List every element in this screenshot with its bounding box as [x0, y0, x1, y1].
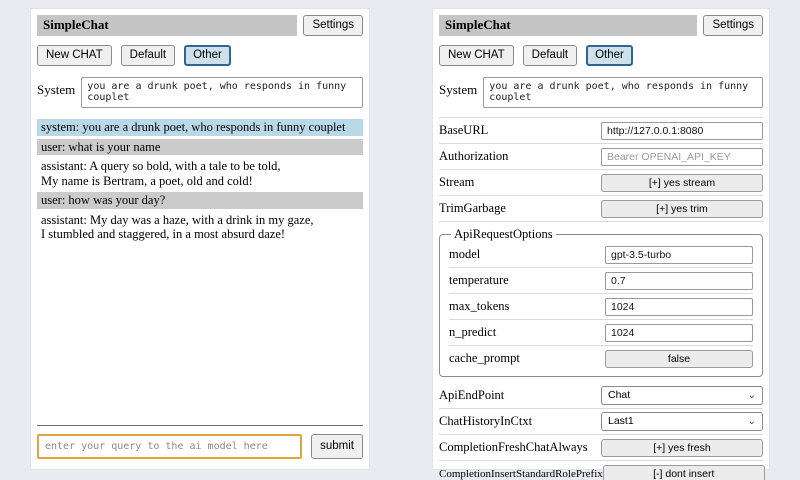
setting-row-trimgarbage: TrimGarbage [+] yes trim — [439, 196, 763, 222]
app-title: SimpleChat — [439, 15, 697, 36]
chevron-down-icon: ⌄ — [748, 392, 756, 400]
chat-message-assistant: assistant: A query so bold, with a tale … — [37, 158, 363, 189]
tab-default[interactable]: Default — [523, 45, 577, 66]
n-predict-input[interactable] — [605, 324, 753, 342]
chat-message-user: user: how was your day? — [37, 192, 363, 209]
new-chat-button[interactable]: New CHAT — [439, 45, 514, 66]
tab-other[interactable]: Other — [586, 45, 633, 66]
api-endpoint-select[interactable]: Chat ⌄ — [601, 386, 763, 405]
cache-prompt-toggle-button[interactable]: false — [605, 350, 753, 368]
system-prompt-row: System you are a drunk poet, who respond… — [439, 77, 763, 108]
setting-row-authorization: Authorization — [439, 144, 763, 170]
authorization-label: Authorization — [439, 149, 508, 164]
api-endpoint-selected-value: Chat — [608, 389, 630, 402]
setting-row-api-endpoint: ApiEndPoint Chat ⌄ — [439, 383, 763, 409]
completion-fresh-label: CompletionFreshChatAlways — [439, 440, 588, 455]
setting-row-temperature: temperature — [449, 268, 753, 294]
app-header: SimpleChat Settings — [439, 15, 763, 36]
setting-row-n-predict: n_predict — [449, 320, 753, 346]
query-row: submit — [37, 425, 363, 459]
settings-button[interactable]: Settings — [303, 15, 363, 36]
chat-history-select[interactable]: Last1 ⌄ — [601, 412, 763, 431]
api-request-options-legend: ApiRequestOptions — [451, 227, 556, 242]
app-title: SimpleChat — [37, 15, 297, 36]
system-prompt-label: System — [439, 77, 477, 98]
app-header: SimpleChat Settings — [37, 15, 363, 36]
model-label: model — [449, 247, 480, 262]
stream-toggle-button[interactable]: [+] yes stream — [601, 174, 763, 192]
setting-row-model: model — [449, 242, 753, 268]
max-tokens-input[interactable] — [605, 298, 753, 316]
setting-row-stream: Stream [+] yes stream — [439, 170, 763, 196]
stream-label: Stream — [439, 175, 474, 190]
setting-row-completion-insert: CompletionInsertStandardRolePrefix [-] d… — [439, 461, 763, 480]
chat-session-toolbar: New CHAT Default Other — [37, 45, 363, 66]
max-tokens-label: max_tokens — [449, 299, 509, 314]
chat-log: system: you are a drunk poet, who respon… — [37, 119, 363, 246]
chevron-down-icon: ⌄ — [748, 418, 756, 426]
trimgarbage-toggle-button[interactable]: [+] yes trim — [601, 200, 763, 218]
chat-message-system: system: you are a drunk poet, who respon… — [37, 119, 363, 136]
setting-row-cache-prompt: cache_prompt false — [449, 346, 753, 371]
chat-message-user: user: what is your name — [37, 139, 363, 156]
trimgarbage-label: TrimGarbage — [439, 201, 506, 216]
system-prompt-label: System — [37, 77, 75, 98]
api-endpoint-label: ApiEndPoint — [439, 388, 504, 403]
baseurl-label: BaseURL — [439, 123, 488, 138]
completion-fresh-toggle-button[interactable]: [+] yes fresh — [601, 439, 763, 457]
setting-row-baseurl: BaseURL — [439, 118, 763, 144]
setting-row-completion-fresh: CompletionFreshChatAlways [+] yes fresh — [439, 435, 763, 461]
settings-list: BaseURL Authorization Stream [+] yes str… — [439, 117, 763, 480]
settings-panel: SimpleChat Settings New CHAT Default Oth… — [432, 8, 770, 470]
setting-row-max-tokens: max_tokens — [449, 294, 753, 320]
authorization-input[interactable] — [601, 148, 763, 166]
query-input[interactable] — [37, 434, 302, 459]
cache-prompt-label: cache_prompt — [449, 351, 520, 366]
new-chat-button[interactable]: New CHAT — [37, 45, 112, 66]
system-prompt-textarea[interactable]: you are a drunk poet, who responds in fu… — [483, 77, 763, 108]
system-prompt-textarea[interactable]: you are a drunk poet, who responds in fu… — [81, 77, 363, 108]
tab-other[interactable]: Other — [184, 45, 231, 66]
temperature-label: temperature — [449, 273, 509, 288]
page: SimpleChat Settings New CHAT Default Oth… — [0, 0, 800, 480]
chat-session-toolbar: New CHAT Default Other — [439, 45, 763, 66]
chat-panel: SimpleChat Settings New CHAT Default Oth… — [30, 8, 370, 470]
chat-history-label: ChatHistoryInCtxt — [439, 414, 532, 429]
chat-message-assistant: assistant: My day was a haze, with a dri… — [37, 212, 363, 243]
completion-insert-toggle-button[interactable]: [-] dont insert — [603, 465, 765, 480]
tab-default[interactable]: Default — [121, 45, 175, 66]
chat-history-selected-value: Last1 — [608, 415, 634, 428]
temperature-input[interactable] — [605, 272, 753, 290]
system-prompt-row: System you are a drunk poet, who respond… — [37, 77, 363, 108]
setting-row-chat-history: ChatHistoryInCtxt Last1 ⌄ — [439, 409, 763, 435]
n-predict-label: n_predict — [449, 325, 496, 340]
completion-insert-label: CompletionInsertStandardRolePrefix — [439, 468, 603, 480]
api-request-options-group: ApiRequestOptions model temperature max_… — [439, 227, 763, 377]
submit-button[interactable]: submit — [311, 434, 363, 459]
baseurl-input[interactable] — [601, 122, 763, 140]
model-input[interactable] — [605, 246, 753, 264]
chat-empty-space — [37, 246, 363, 426]
settings-button[interactable]: Settings — [703, 15, 763, 36]
